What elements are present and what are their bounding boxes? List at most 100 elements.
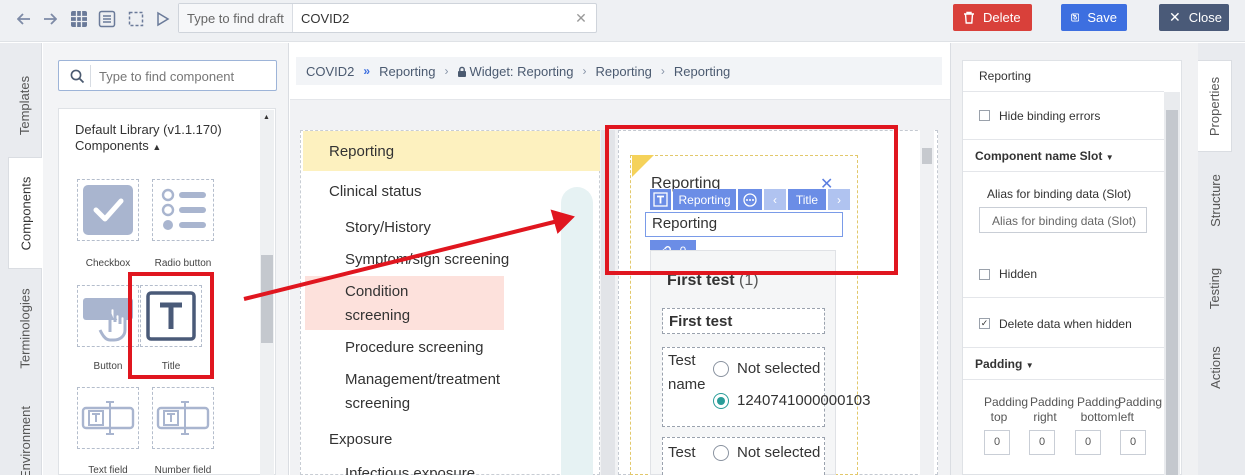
text-field-component[interactable] bbox=[77, 387, 139, 449]
padding-label: Padding bbox=[975, 357, 1023, 371]
nav-item-infectious-exposure[interactable]: Infectious exposure bbox=[345, 465, 475, 475]
padding-left-input[interactable]: 0 bbox=[1120, 430, 1146, 455]
delete-when-hidden-checkbox[interactable]: ✓ bbox=[979, 318, 990, 329]
tab-environment-label: Environment bbox=[17, 405, 33, 475]
tab-components[interactable]: Components bbox=[8, 157, 42, 269]
padding-right-input[interactable]: 0 bbox=[1029, 430, 1055, 455]
undo-icon[interactable] bbox=[14, 9, 34, 29]
nav-item-clinical-status[interactable]: Clinical status bbox=[329, 183, 422, 200]
delete-label: Delete bbox=[983, 10, 1021, 25]
tab-templates[interactable]: Templates bbox=[8, 60, 42, 150]
tab-properties-label: Properties bbox=[1207, 76, 1222, 136]
properties-header-row: Reporting bbox=[963, 61, 1164, 92]
tab-testing[interactable]: Testing bbox=[1198, 248, 1232, 328]
breadcrumb-item[interactable]: Reporting bbox=[596, 64, 652, 79]
question-label: Test bbox=[668, 352, 696, 369]
double-chevron-icon: » bbox=[363, 64, 371, 78]
padding-right-label-a: Padding bbox=[1030, 395, 1075, 409]
component-search-input[interactable]: Type to find component bbox=[58, 60, 277, 91]
text-field-icon bbox=[81, 401, 135, 435]
hide-binding-errors-row: Hide binding errors bbox=[963, 92, 1164, 140]
annotation-arrow bbox=[243, 209, 575, 301]
question-label: Test bbox=[668, 444, 696, 461]
form-scrollbar[interactable] bbox=[920, 130, 934, 475]
clear-search-icon[interactable]: ✕ bbox=[566, 4, 596, 32]
play-icon[interactable] bbox=[153, 9, 173, 29]
tab-actions-label: Actions bbox=[1207, 345, 1223, 389]
breadcrumb-item[interactable]: Widget: Reporting bbox=[469, 64, 573, 79]
nav-item-reporting[interactable]: Reporting bbox=[329, 143, 394, 160]
padding-bottom-input[interactable]: 0 bbox=[1075, 430, 1101, 455]
tab-actions[interactable]: Actions bbox=[1198, 332, 1232, 402]
breadcrumb-item[interactable]: COVID2 bbox=[306, 64, 354, 79]
breadcrumb-item[interactable]: Reporting bbox=[674, 64, 730, 79]
redo-icon[interactable] bbox=[40, 9, 60, 29]
text-field-label: Text field bbox=[88, 465, 128, 475]
draft-search-input[interactable]: COVID2 bbox=[293, 4, 566, 32]
number-field-component[interactable] bbox=[152, 387, 214, 449]
option-label: 1240741000000103 bbox=[737, 392, 871, 409]
close-button[interactable]: ✕ Close bbox=[1159, 4, 1229, 31]
close-icon: ✕ bbox=[1169, 9, 1181, 25]
question-header[interactable]: First test bbox=[662, 308, 825, 334]
radio-not-selected[interactable] bbox=[713, 445, 729, 461]
annotation-box-title bbox=[128, 272, 214, 379]
hidden-checkbox[interactable] bbox=[979, 269, 990, 280]
radio-button-component[interactable] bbox=[152, 179, 214, 241]
padding-bottom-label-b: bottom bbox=[1080, 410, 1118, 424]
chevron-right-icon: › bbox=[582, 64, 587, 78]
delete-when-hidden-row: ✓ Delete data when hidden bbox=[963, 298, 1164, 348]
padding-top-label-a: Padding bbox=[984, 395, 1029, 409]
caret-down-icon: ▼ bbox=[1025, 361, 1034, 370]
chevron-right-icon: › bbox=[660, 64, 665, 78]
padding-right-label: Padding right bbox=[1030, 395, 1075, 425]
nav-item-procedure-screening[interactable]: Procedure screening bbox=[345, 339, 483, 356]
option-label: Not selected bbox=[737, 444, 821, 461]
list-view-icon[interactable] bbox=[97, 9, 117, 29]
tab-properties[interactable]: Properties bbox=[1198, 60, 1232, 152]
save-button[interactable]: Save bbox=[1061, 4, 1127, 31]
nav-item-management[interactable]: Management/treatment bbox=[345, 371, 500, 388]
padding-bottom-label-a: Padding bbox=[1076, 395, 1122, 409]
properties-scroll-thumb[interactable] bbox=[1166, 110, 1178, 475]
breadcrumb: COVID2 » Reporting › Widget: Reporting ›… bbox=[296, 57, 942, 85]
library-title[interactable]: Default Library (v1.1.170) Components ▲ bbox=[75, 122, 222, 155]
library-subtitle: Components bbox=[75, 138, 149, 153]
breadcrumb-item[interactable]: Reporting bbox=[379, 64, 435, 79]
alias-input[interactable]: Alias for binding data (Slot) bbox=[979, 207, 1147, 233]
hidden-row: Hidden bbox=[963, 250, 1164, 298]
tab-structure[interactable]: Structure bbox=[1198, 160, 1232, 240]
radio-not-selected[interactable] bbox=[713, 361, 729, 377]
option-label: Not selected bbox=[737, 360, 821, 377]
draft-search-placeholder: Type to find draft bbox=[179, 4, 293, 32]
grid-icon[interactable] bbox=[69, 9, 89, 29]
form-scroll-thumb[interactable] bbox=[922, 148, 932, 164]
padding-bottom-label: Padding bottom bbox=[1075, 395, 1123, 425]
nav-item-management-screening[interactable]: screening bbox=[345, 395, 410, 412]
number-field-icon bbox=[156, 401, 210, 435]
hide-binding-errors-checkbox[interactable] bbox=[979, 110, 990, 121]
number-field-label: Number field bbox=[154, 465, 212, 475]
checkbox-label: Checkbox bbox=[85, 258, 131, 269]
delete-button[interactable]: Delete bbox=[953, 4, 1032, 31]
select-area-icon[interactable] bbox=[126, 9, 146, 29]
nav-item-exposure[interactable]: Exposure bbox=[329, 431, 392, 448]
close-label: Close bbox=[1188, 10, 1222, 25]
tab-terminologies[interactable]: Terminologies bbox=[8, 278, 42, 378]
padding-row[interactable]: Padding ▼ bbox=[963, 348, 1164, 380]
save-icon bbox=[1071, 13, 1080, 22]
chevron-right-icon: › bbox=[444, 64, 449, 78]
draft-search[interactable]: Type to find draft COVID2 ✕ bbox=[178, 3, 597, 33]
search-icon bbox=[65, 65, 91, 87]
padding-right-label-b: right bbox=[1033, 410, 1057, 424]
nav-item-condition-screening[interactable]: screening bbox=[345, 307, 410, 324]
padding-top-label: Padding top bbox=[984, 395, 1029, 425]
component-name-slot-row[interactable]: Component name Slot ▼ bbox=[963, 140, 1164, 172]
radio-code-selected[interactable] bbox=[713, 393, 729, 409]
scroll-up-icon[interactable]: ▲ bbox=[263, 114, 270, 121]
checkbox-component[interactable] bbox=[77, 179, 139, 241]
padding-top-input[interactable]: 0 bbox=[984, 430, 1010, 455]
tab-environment[interactable]: Environment bbox=[8, 392, 42, 475]
annotation-box-widget bbox=[605, 125, 898, 275]
component-name-slot-label: Component name Slot bbox=[975, 149, 1103, 163]
